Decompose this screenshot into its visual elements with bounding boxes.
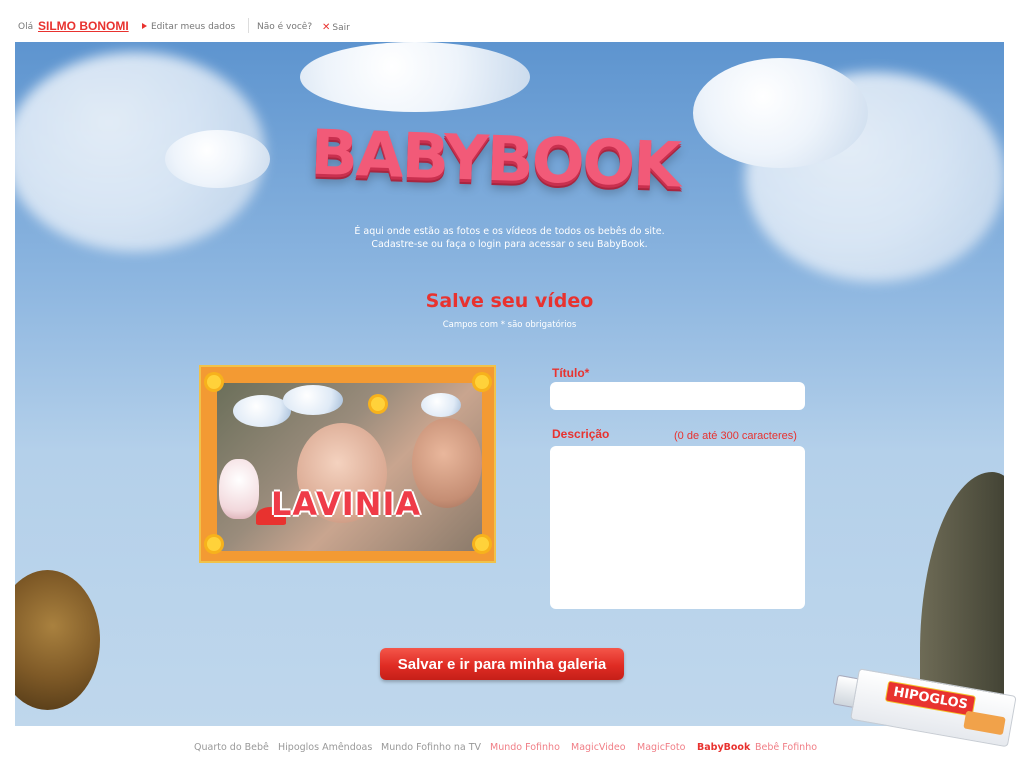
intro-text: É aqui onde estão as fotos e os vídeos d… (15, 225, 1004, 251)
arrow-right-icon (142, 23, 147, 29)
video-thumbnail[interactable]: LAVINIA (199, 365, 496, 563)
babybook-logo: BABYBOOK (309, 115, 681, 202)
cloud-decoration (165, 130, 270, 188)
footer-link[interactable]: BabyBook (697, 742, 750, 753)
intro-line: Cadastre-se ou faça o login para acessar… (371, 239, 648, 250)
description-label: Descrição (552, 427, 610, 441)
logout-label: Sair (332, 23, 350, 33)
save-to-gallery-button[interactable]: Salvar e ir para minha galeria (380, 648, 624, 680)
flower-icon (371, 397, 385, 411)
greeting-label: Olá (18, 22, 34, 32)
cloud-decoration (283, 385, 343, 415)
user-bar: Olá SILMO BONOMI Editar meus dados Não é… (0, 0, 1024, 42)
logout-link[interactable]: ✕ Sair (322, 22, 350, 33)
product-brand: HIPOGLOS (884, 680, 977, 717)
cloud-decoration (421, 393, 461, 417)
description-textarea[interactable] (550, 446, 805, 609)
page-title: Salve seu vídeo (425, 290, 594, 312)
bunny-figure (219, 459, 259, 519)
required-note: Campos com * são obrigatórios (442, 320, 577, 330)
char-counter: (0 de até 300 caracteres) (674, 430, 797, 442)
product-swatch (963, 710, 1006, 736)
title-label: Título* (552, 366, 590, 380)
cloud-decoration (693, 58, 868, 168)
footer-link[interactable]: Quarto do Bebê (194, 742, 269, 753)
footer-link[interactable]: Hipoglos Amêndoas (278, 742, 372, 753)
close-icon: ✕ (322, 22, 331, 33)
tree-decoration (15, 570, 100, 710)
footer-link[interactable]: MagicFoto (637, 742, 685, 753)
flower-icon (475, 537, 489, 551)
cloud-decoration (300, 42, 530, 112)
edit-profile-label: Editar meus dados (151, 22, 236, 32)
footer-link[interactable]: Bebê Fofinho (755, 742, 817, 753)
flower-icon (475, 375, 489, 389)
video-caption: LAVINIA (271, 485, 422, 523)
footer-link[interactable]: Mundo Fofinho (490, 742, 560, 753)
footer-link[interactable]: MagicVideo (571, 742, 626, 753)
user-name-link[interactable]: SILMO BONOMI (38, 19, 129, 33)
footer-nav: Quarto do Bebê Hipoglos Amêndoas Mundo F… (0, 740, 1024, 760)
divider (248, 18, 249, 33)
flower-icon (207, 375, 221, 389)
not-you-link[interactable]: Não é você? (257, 22, 312, 32)
flower-icon (207, 537, 221, 551)
adult-face (412, 418, 482, 508)
edit-profile-link[interactable]: Editar meus dados (142, 22, 235, 32)
footer-link[interactable]: Mundo Fofinho na TV (381, 742, 481, 753)
babybook-stage: BABYBOOK É aqui onde estão as fotos e os… (15, 42, 1004, 726)
intro-line: É aqui onde estão as fotos e os vídeos d… (354, 226, 665, 237)
title-input[interactable] (550, 382, 805, 410)
